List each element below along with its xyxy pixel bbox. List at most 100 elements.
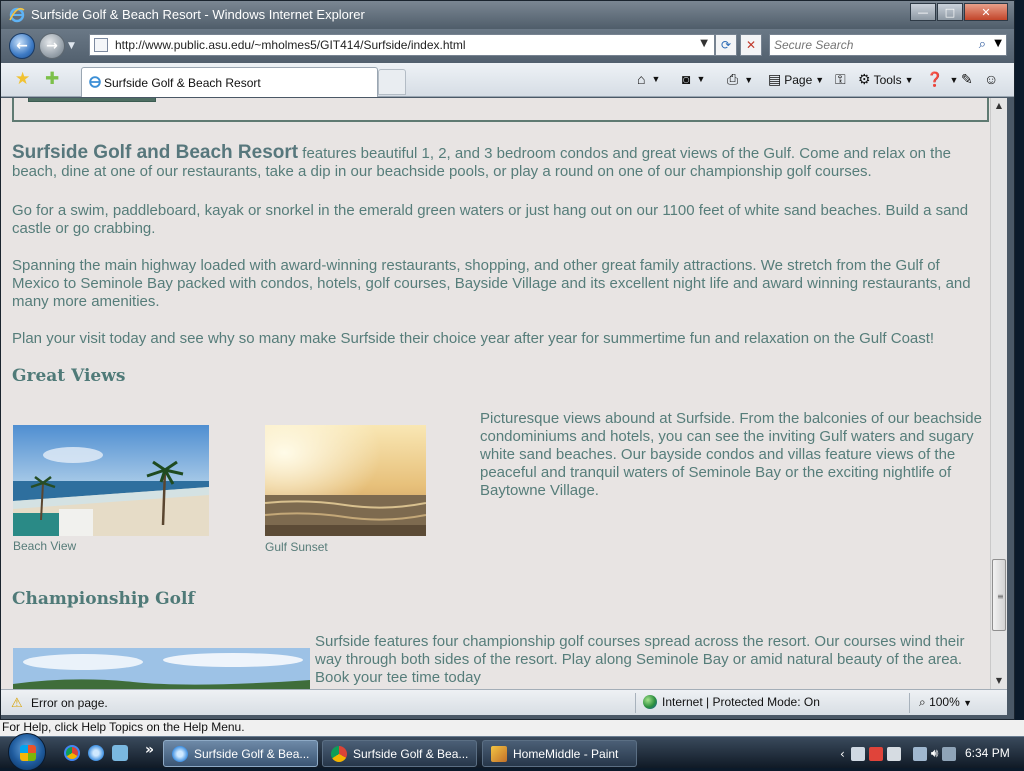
thumb-grip-icon: ≡ — [997, 592, 1004, 601]
address-url[interactable]: http://www.public.asu.edu/~mholmes5/GIT4… — [115, 38, 466, 52]
help-menu[interactable]: ❓ ▼ — [926, 71, 958, 88]
refresh-icon[interactable]: ⟳ — [715, 34, 737, 56]
safety-icon: ⚿ — [835, 71, 846, 87]
golf-course-image — [13, 648, 310, 689]
back-button[interactable]: ← — [9, 33, 35, 59]
tray-app-icon[interactable] — [850, 746, 865, 761]
page-icon — [94, 38, 108, 52]
page-menu[interactable]: ▤ Page ▼ — [768, 71, 824, 88]
tools-menu[interactable]: ⚙ Tools ▼ — [858, 71, 914, 88]
location-paragraph: Spanning the main highway loaded with aw… — [12, 257, 971, 310]
resort-name: Surfside Golf and Beach Resort — [12, 142, 299, 163]
warning-icon[interactable]: ⚠ — [11, 695, 23, 711]
search-input[interactable] — [774, 37, 964, 53]
security-zone[interactable]: Internet | Protected Mode: On — [643, 695, 820, 709]
rss-icon: ◙ — [682, 71, 691, 87]
views-paragraph: Picturesque views abound at Surfside. Fr… — [480, 410, 982, 499]
taskbar-chrome-window[interactable]: Surfside Golf & Bea... — [322, 740, 477, 767]
ie-page-icon — [89, 76, 101, 88]
tray-security-icon[interactable] — [868, 746, 883, 761]
ie-quicklaunch-icon[interactable] — [88, 745, 104, 761]
browser-window: Surfside Golf & Beach Resort - Windows I… — [0, 0, 1015, 720]
favorites-star-icon[interactable]: ★ — [15, 69, 30, 89]
volume-icon[interactable]: 🔊︎ — [931, 746, 939, 761]
navigation-bar: ← → ▼ http://www.public.asu.edu/~mholmes… — [1, 29, 1014, 63]
beach-view-image — [13, 425, 209, 536]
new-tab-button[interactable] — [378, 69, 406, 95]
add-favorites-icon[interactable]: ✚ — [45, 69, 59, 89]
windows-logo-icon — [20, 745, 36, 761]
taskbar-clock[interactable]: 6:34 PM — [965, 746, 1010, 760]
gulf-sunset-image — [265, 425, 426, 536]
help-icon: ❓ — [926, 71, 944, 87]
close-window-button[interactable]: ✕ — [964, 3, 1008, 21]
header-banner-frame — [12, 98, 989, 122]
home-button[interactable]: ⌂ ▼ — [637, 71, 660, 87]
safety-button[interactable]: ⚿ — [835, 71, 849, 88]
taskbar-paint-window[interactable]: HomeMiddle - Paint — [482, 740, 637, 767]
chrome-task-icon — [331, 745, 347, 762]
golf-paragraph: Surfside features four championship golf… — [315, 633, 965, 686]
recent-pages-dropdown-icon[interactable]: ▼ — [68, 41, 75, 51]
zoom-dropdown-icon[interactable]: ▼ — [963, 698, 972, 708]
address-dropdown-icon[interactable]: ▼ — [700, 38, 708, 49]
window-title: Surfside Golf & Beach Resort - Windows I… — [31, 7, 365, 22]
research-icon: ✎ — [961, 71, 973, 87]
search-box[interactable]: ⌕ ▼ — [769, 34, 1007, 56]
page-content: Surfside Golf and Beach Resort features … — [1, 98, 1007, 689]
address-bar[interactable]: http://www.public.asu.edu/~mholmes5/GIT4… — [89, 34, 715, 56]
ie-task-icon — [172, 745, 188, 762]
zoom-level[interactable]: ⌕ 100% ▼ — [919, 695, 972, 710]
messenger-button[interactable]: ☺ — [984, 71, 1001, 87]
messenger-icon: ☺ — [984, 71, 999, 87]
tray-app-icon[interactable] — [886, 746, 901, 761]
network-icon[interactable] — [912, 746, 927, 761]
window-controls: — □ ✕ — [909, 3, 1008, 21]
intro-paragraph: Surfside Golf and Beach Resort features … — [12, 142, 977, 181]
zoom-icon: ⌕ — [919, 695, 930, 709]
scrollbar-thumb[interactable]: ≡ — [992, 559, 1006, 631]
search-icon[interactable]: ⌕ — [979, 37, 986, 52]
page-menu-label: Page — [784, 72, 813, 87]
tab-command-bar: ★ ✚ Surfside Golf & Beach Resort ⌂ ▼ ◙ ▼ ⎙… — [1, 63, 1014, 97]
title-bar: Surfside Golf & Beach Resort - Windows I… — [1, 1, 1014, 29]
tools-menu-label: Tools — [873, 72, 902, 87]
beach-view-caption: Beach View — [13, 539, 77, 553]
feeds-button[interactable]: ◙ ▼ — [682, 71, 705, 87]
security-zone-label: Internet | Protected Mode: On — [662, 695, 820, 709]
vertical-scrollbar[interactable]: ▲ ≡ ▼ — [990, 98, 1007, 689]
internet-globe-icon — [643, 695, 657, 709]
task-label: Surfside Golf & Bea... — [194, 746, 310, 761]
task-label: HomeMiddle - Paint — [513, 746, 619, 761]
research-button[interactable]: ✎ — [961, 71, 976, 88]
start-button[interactable] — [8, 733, 46, 771]
chrome-quicklaunch-icon[interactable] — [64, 745, 80, 761]
tray-expand-icon[interactable]: ‹ — [840, 747, 845, 761]
task-label: Surfside Golf & Bea... — [353, 746, 469, 761]
search-options-dropdown-icon[interactable]: ▼ — [994, 38, 1002, 49]
quicklaunch-more-icon[interactable]: » — [145, 742, 154, 758]
print-button[interactable]: ⎙ ▼ — [727, 71, 753, 88]
status-bar: ⚠ Error on page. Internet | Protected Mo… — [1, 689, 1007, 715]
taskbar-ie-window[interactable]: Surfside Golf & Bea... — [163, 740, 318, 767]
tab-surfside[interactable]: Surfside Golf & Beach Resort — [81, 67, 378, 97]
scroll-up-icon[interactable]: ▲ — [991, 98, 1007, 114]
taskbar: » Surfside Golf & Bea... Surfside Golf &… — [0, 733, 1024, 771]
switch-windows-icon[interactable] — [112, 745, 128, 761]
maximize-button[interactable]: □ — [937, 3, 963, 21]
gulf-sunset-caption: Gulf Sunset — [265, 540, 328, 554]
nav-banner-strip — [28, 98, 156, 102]
championship-golf-heading: Championship Golf — [12, 589, 195, 609]
minimize-button[interactable]: — — [910, 3, 936, 21]
gear-icon: ⚙ — [858, 71, 871, 87]
tray-display-icon[interactable] — [942, 746, 957, 761]
help-status-line: For Help, click Help Topics on the Help … — [0, 720, 1024, 736]
system-tray: ‹ 🔊︎ — [840, 740, 960, 767]
stop-icon[interactable]: ✕ — [740, 34, 762, 56]
forward-button[interactable]: → — [39, 33, 65, 59]
page-menu-icon: ▤ — [768, 71, 782, 87]
paint-task-icon — [491, 745, 507, 762]
status-message[interactable]: Error on page. — [31, 696, 108, 710]
scroll-down-icon[interactable]: ▼ — [991, 673, 1007, 689]
ie-logo-icon — [9, 7, 25, 23]
